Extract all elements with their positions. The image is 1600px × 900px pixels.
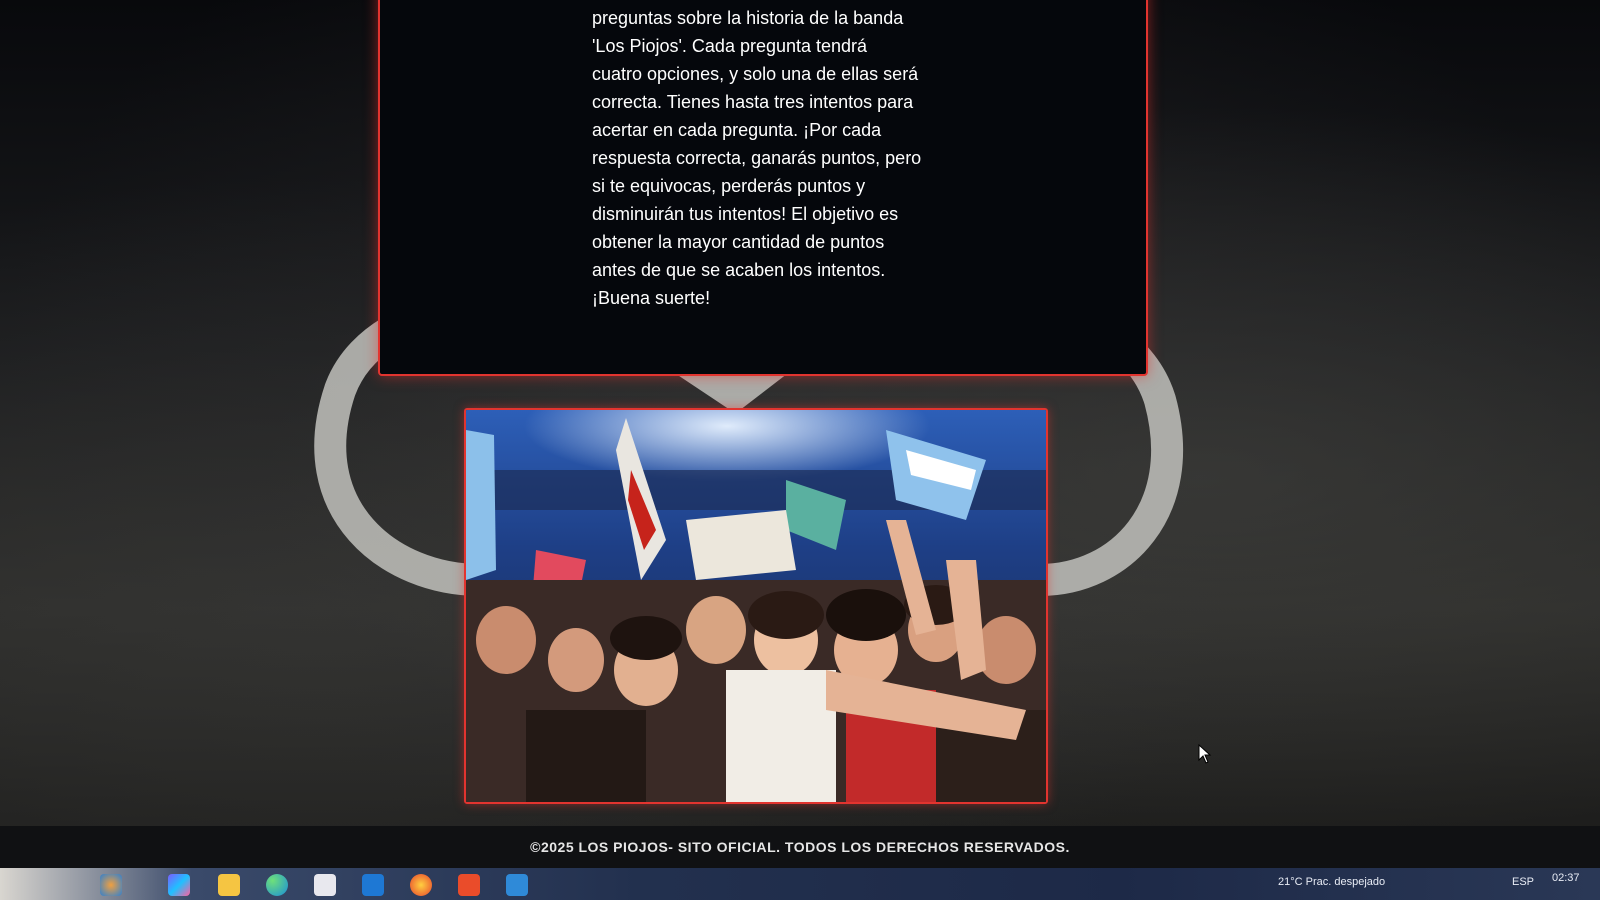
rules-line: si te equivocas, perderás puntos y — [592, 176, 866, 196]
rules-line: preguntas sobre la historia de la banda — [592, 8, 904, 28]
start-icon[interactable] — [100, 874, 122, 896]
site-footer: ©2025 LOS PIOJOS- SITO OFICIAL. TODOS LO… — [0, 826, 1600, 868]
page-viewport: preguntas sobre la historia de la banda … — [0, 0, 1600, 868]
brave-icon[interactable] — [458, 874, 480, 896]
store-icon[interactable] — [314, 874, 336, 896]
rules-line: correcta. Tienes hasta tres intentos par… — [592, 92, 914, 112]
copilot-icon[interactable] — [168, 874, 190, 896]
rules-text: preguntas sobre la historia de la banda … — [592, 4, 952, 312]
vscode-icon[interactable] — [506, 874, 528, 896]
footer-copyright: ©2025 LOS PIOJOS- SITO OFICIAL. TODOS LO… — [530, 839, 1070, 855]
language-indicator[interactable]: ESP — [1512, 876, 1534, 888]
rules-line: cuatro opciones, y solo una de ellas ser… — [592, 64, 919, 84]
concert-crowd-image — [464, 408, 1048, 804]
crowd-photo — [466, 410, 1046, 802]
clock[interactable]: 02:37 — [1552, 872, 1580, 884]
taskbar: 21°C Prac. despejado ESP 02:37 — [0, 868, 1600, 900]
rules-line: 'Los Piojos'. Cada pregunta tendrá — [592, 36, 868, 56]
outlook-icon[interactable] — [362, 874, 384, 896]
rules-line: obtener la mayor cantidad de puntos — [592, 232, 885, 252]
rules-line: ¡Buena suerte! — [592, 288, 711, 308]
mouse-cursor-icon — [1198, 744, 1212, 764]
rules-line: respuesta correcta, ganarás puntos, pero — [592, 148, 922, 168]
rules-line: disminuirán tus intentos! El objetivo es — [592, 204, 899, 224]
rules-line: antes de que se acaben los intentos. — [592, 260, 886, 280]
weather-status[interactable]: 21°C Prac. despejado — [1278, 876, 1385, 888]
file-explorer-icon[interactable] — [218, 874, 240, 896]
rules-line: acertar en cada pregunta. ¡Por cada — [592, 120, 882, 140]
edge-icon[interactable] — [266, 874, 288, 896]
firefox-icon[interactable] — [410, 874, 432, 896]
